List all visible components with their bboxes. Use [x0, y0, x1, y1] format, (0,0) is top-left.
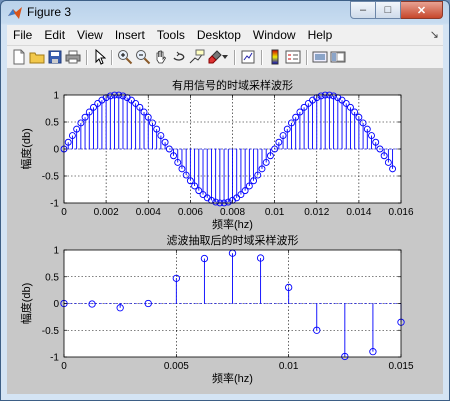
bottom-plot-ytick-label: 0.5: [45, 272, 59, 283]
top-plot-xtick-label: 0: [61, 207, 67, 218]
legend-icon[interactable]: [285, 49, 301, 65]
top-plot-xtick-label: 0.012: [304, 207, 329, 218]
bottom-plot-xtick-label: 0.01: [279, 361, 299, 372]
top-plot-xtick-label: 0.002: [94, 207, 119, 218]
menu-view[interactable]: View: [71, 28, 109, 42]
top-plot-xtick-label: 0.004: [136, 207, 161, 218]
menu-desktop[interactable]: Desktop: [191, 28, 247, 42]
maximize-button[interactable]: □: [376, 1, 401, 19]
close-icon: ✕: [416, 4, 427, 17]
top-plot-title: 有用信号的时域采样波形: [172, 78, 293, 92]
top-plot-xtick-label: 0.014: [346, 207, 371, 218]
top-plot-ylabel: 幅度(db): [19, 128, 33, 170]
bottom-plot-xtick-label: 0.015: [388, 361, 413, 372]
menu-window[interactable]: Window: [247, 28, 302, 42]
rotate-3d-icon[interactable]: [171, 49, 187, 65]
top-plot-xlabel: 频率(hz): [212, 217, 253, 231]
minimize-icon: –: [359, 4, 367, 16]
menu-file[interactable]: File: [7, 28, 38, 42]
brush-dropdown-icon[interactable]: [221, 49, 229, 65]
bottom-plot-ytick-label: 0: [53, 299, 59, 310]
top-plot-ytick-label: -1: [50, 199, 59, 210]
dock-arrow-icon[interactable]: ↘: [430, 28, 439, 41]
bottom-plot-ytick-label: 1: [53, 246, 59, 257]
print-icon[interactable]: [65, 49, 81, 65]
top-plot-ytick-label: 1: [53, 91, 59, 102]
close-button[interactable]: ✕: [401, 1, 443, 19]
show-plot-tools-icon[interactable]: [330, 49, 346, 65]
bottom-plot-xlabel: 频率(hz): [212, 371, 253, 385]
top-plot-xtick-label: 0.006: [178, 207, 203, 218]
maximize-icon: □: [384, 4, 392, 16]
bottom-plot-title: 滤波抽取后的时域采样波形: [167, 233, 299, 247]
bottom-plot-ytick-label: -1: [50, 353, 59, 364]
top-plot-xtick-label: 0.01: [265, 207, 285, 218]
top-plot-xtick-label: 0.008: [220, 207, 245, 218]
data-cursor-icon[interactable]: [189, 49, 205, 65]
menu-tools[interactable]: Tools: [151, 28, 191, 42]
zoom-in-icon[interactable]: [117, 49, 133, 65]
top-plot-ytick-label: 0: [53, 145, 59, 156]
top-plot-ytick-label: 0.5: [45, 118, 59, 129]
hide-plot-tools-icon[interactable]: [312, 49, 328, 65]
bottom-plot-xtick-label: 0.005: [164, 361, 189, 372]
figure-toolbar: [7, 45, 443, 69]
open-folder-icon[interactable]: [29, 49, 45, 65]
link-plot-icon[interactable]: [240, 49, 256, 65]
menu-bar: File Edit View Insert Tools Desktop Wind…: [7, 25, 443, 45]
bottom-plot-ylabel: 幅度(db): [19, 283, 33, 325]
matlab-logo-icon: [8, 7, 22, 19]
title-bar[interactable]: Figure 3 – □ ✕: [1, 1, 449, 25]
top-plot-ytick-label: -0.5: [42, 172, 60, 183]
plots-svg: 0 0.002 0.004 0.006 0.008 0.01 0.012 0.014 0.016…: [19, 78, 414, 385]
minimize-button[interactable]: –: [350, 1, 376, 19]
figure-canvas[interactable]: 0 0.002 0.004 0.006 0.008 0.01 0.012 0.014 0.016…: [7, 68, 443, 394]
figure-window: Figure 3 – □ ✕ File Edit View Insert Too…: [0, 0, 450, 401]
menu-edit[interactable]: Edit: [38, 28, 71, 42]
colorbar-icon[interactable]: [267, 49, 283, 65]
menu-help[interactable]: Help: [302, 28, 339, 42]
menu-insert[interactable]: Insert: [109, 28, 151, 42]
bottom-plot-xtick-label: 0: [61, 361, 67, 372]
pan-hand-icon[interactable]: [153, 49, 169, 65]
select-arrow-icon[interactable]: [92, 49, 108, 65]
zoom-out-icon[interactable]: [135, 49, 151, 65]
top-plot-xtick-label: 0.016: [388, 207, 413, 218]
save-icon[interactable]: [47, 49, 63, 65]
window-title: Figure 3: [27, 5, 72, 19]
new-file-icon[interactable]: [11, 49, 27, 65]
bottom-plot-ytick-label: -0.5: [42, 326, 60, 337]
